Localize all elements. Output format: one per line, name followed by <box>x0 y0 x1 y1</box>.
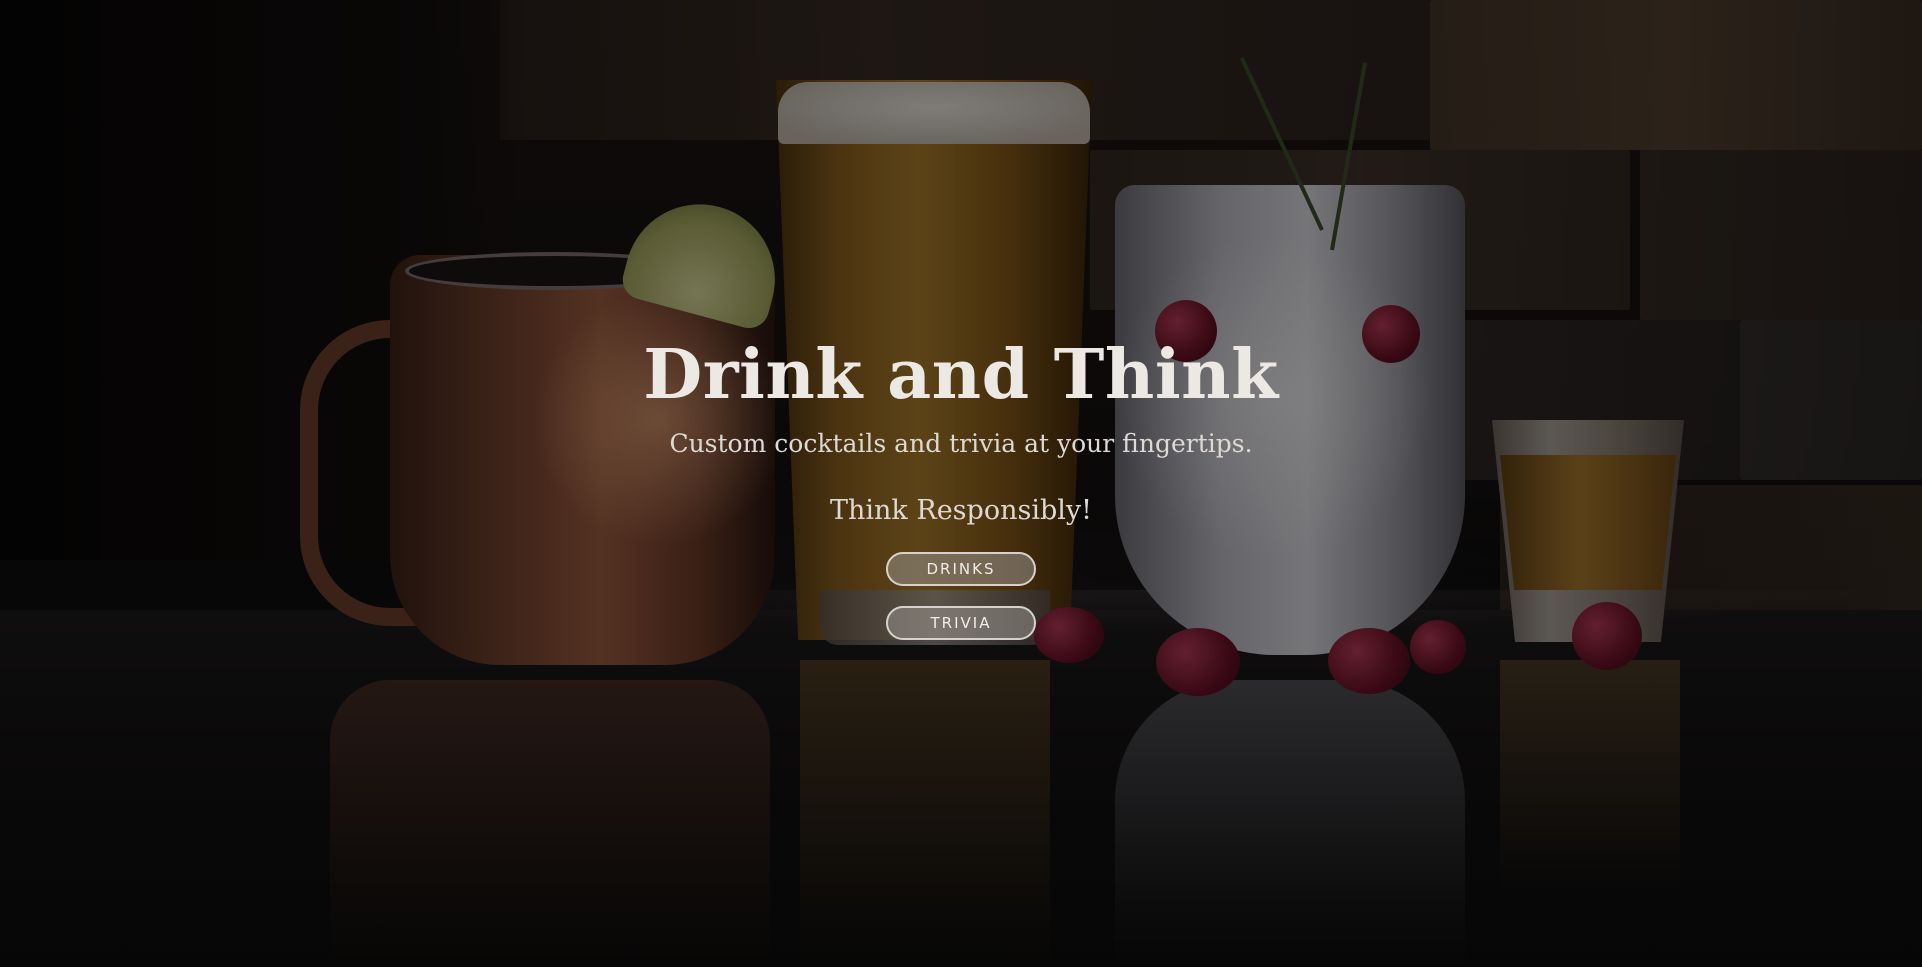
drinks-button[interactable]: DRINKS <box>886 552 1036 586</box>
hero-subtitle: Custom cocktails and trivia at your fing… <box>669 429 1253 458</box>
hero-tagline: Think Responsibly! <box>830 495 1092 526</box>
trivia-button[interactable]: TRIVIA <box>886 606 1036 640</box>
page-title: Drink and Think <box>643 335 1279 415</box>
hero-content: Drink and Think Custom cocktails and tri… <box>0 330 1922 640</box>
hero-section: Drink and Think Custom cocktails and tri… <box>0 0 1922 967</box>
